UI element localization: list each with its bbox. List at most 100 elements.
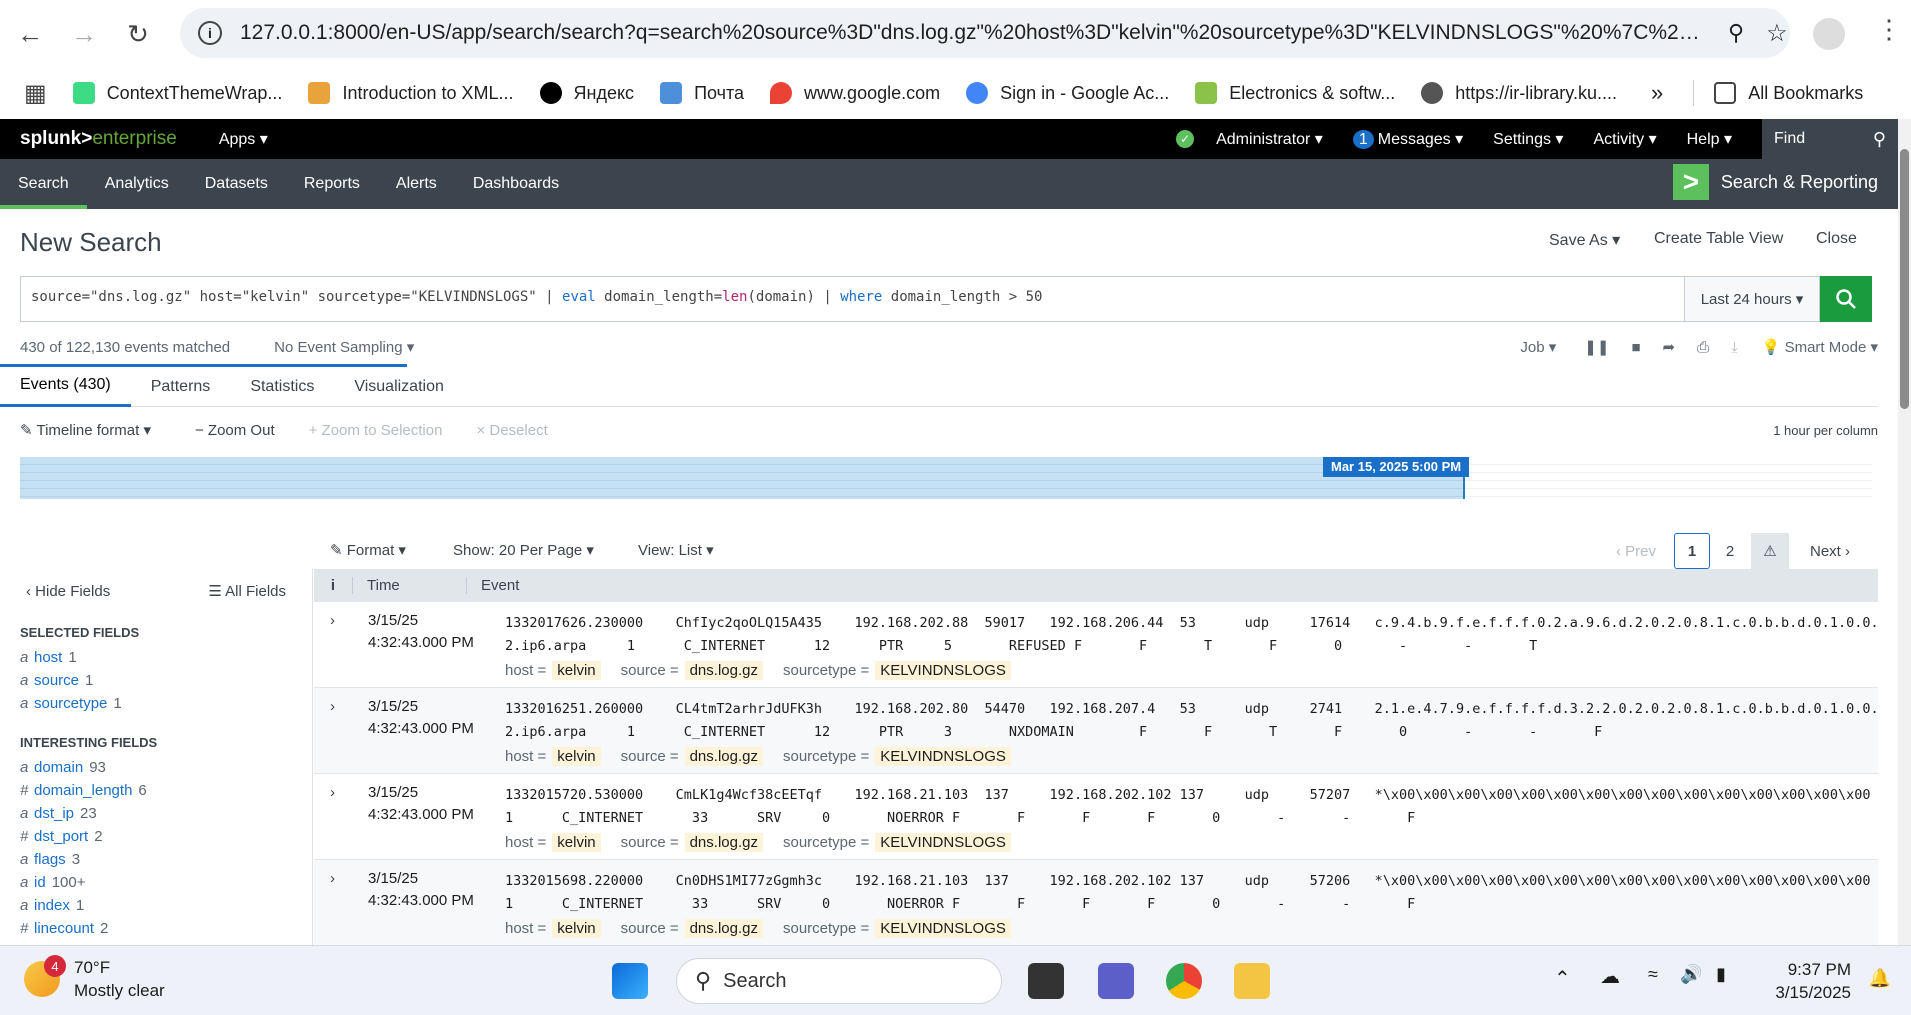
apps-grid-icon[interactable]: ▦ <box>24 79 47 108</box>
messages-menu[interactable]: 1 Messages ▾ <box>1352 129 1463 149</box>
all-bookmarks[interactable]: All Bookmarks <box>1714 82 1863 104</box>
nav-reports[interactable]: Reports <box>286 159 378 209</box>
field-item[interactable]: a id 100+ <box>20 871 312 894</box>
nav-alerts[interactable]: Alerts <box>378 159 455 209</box>
field-item[interactable]: a source 1 <box>20 669 312 692</box>
next-page-button[interactable]: Next › <box>1800 533 1860 569</box>
system-clock[interactable]: 9:37 PM 3/15/2025 <box>1775 958 1851 1004</box>
menu-dots-icon[interactable]: ⋮ <box>1876 14 1902 45</box>
bookmark-item[interactable]: Sign in - Google Ac... <box>966 82 1169 104</box>
onedrive-icon[interactable]: ☁ <box>1600 964 1620 989</box>
expand-chevron-icon[interactable]: › <box>330 612 335 629</box>
profile-avatar[interactable] <box>1813 18 1845 50</box>
star-icon[interactable]: ☆ <box>1766 19 1788 48</box>
user-menu[interactable]: Administrator ▾ <box>1216 129 1323 149</box>
field-item[interactable]: a index 1 <box>20 894 312 917</box>
expand-chevron-icon[interactable]: › <box>330 870 335 887</box>
address-bar[interactable]: i 127.0.0.1:8000/en-US/app/search/search… <box>180 8 1790 58</box>
timeline-format-dropdown[interactable]: ✎ Timeline format ▾ <box>20 421 151 439</box>
tab-patterns[interactable]: Patterns <box>131 367 231 407</box>
time-range-picker[interactable]: Last 24 hours ▾ <box>1684 276 1820 322</box>
bookmark-item[interactable]: Electronics & softw... <box>1195 82 1395 104</box>
event-time[interactable]: 3/15/25 4:32:43.000 PM <box>368 696 474 740</box>
file-explorer-icon[interactable] <box>1234 963 1270 999</box>
host-value[interactable]: kelvin <box>552 833 601 852</box>
source-value[interactable]: dns.log.gz <box>684 661 763 680</box>
timeline-chart[interactable]: Mar 15, 2025 5:00 PM <box>20 457 1872 499</box>
splunk-logo[interactable]: splunk>enterprise <box>20 128 177 150</box>
scroll-thumb[interactable] <box>1900 149 1909 409</box>
more-bookmarks-icon[interactable]: » <box>1651 80 1663 106</box>
print-icon[interactable]: ⎙ <box>1697 339 1709 356</box>
battery-icon[interactable]: ▮ <box>1716 964 1726 985</box>
event-time[interactable]: 3/15/25 4:32:43.000 PM <box>368 868 474 912</box>
bookmark-item[interactable]: ContextThemeWrap... <box>72 82 282 104</box>
host-value[interactable]: kelvin <box>552 747 601 766</box>
zoom-out-button[interactable]: − Zoom Out <box>195 422 275 439</box>
back-arrow-icon[interactable]: ← <box>10 14 50 54</box>
settings-menu[interactable]: Settings ▾ <box>1493 129 1563 149</box>
nav-datasets[interactable]: Datasets <box>187 159 286 209</box>
share-icon[interactable]: ➦ <box>1663 338 1676 356</box>
task-view-icon[interactable] <box>1028 963 1064 999</box>
site-info-icon[interactable]: i <box>198 21 222 45</box>
nav-search[interactable]: Search <box>0 159 87 209</box>
hide-fields-button[interactable]: ‹ Hide Fields <box>26 583 110 600</box>
pause-icon[interactable]: ❚❚ <box>1584 338 1609 356</box>
warning-icon[interactable]: ⚠ <box>1751 533 1789 569</box>
tab-visualization[interactable]: Visualization <box>334 367 464 407</box>
per-page-dropdown[interactable]: Show: 20 Per Page ▾ <box>453 541 594 559</box>
windows-start-icon[interactable] <box>612 963 648 999</box>
source-value[interactable]: dns.log.gz <box>684 833 763 852</box>
job-menu[interactable]: Job ▾ <box>1520 338 1556 356</box>
forward-arrow-icon[interactable]: → <box>64 14 104 54</box>
host-value[interactable]: kelvin <box>552 661 601 680</box>
activity-menu[interactable]: Activity ▾ <box>1593 129 1656 149</box>
expand-chevron-icon[interactable]: › <box>330 784 335 801</box>
event-time[interactable]: 3/15/25 4:32:43.000 PM <box>368 610 474 654</box>
sourcetype-value[interactable]: KELVINDNSLOGS <box>875 661 1011 680</box>
search-button[interactable] <box>1820 276 1872 322</box>
event-time[interactable]: 3/15/25 4:32:43.000 PM <box>368 782 474 826</box>
nav-dashboards[interactable]: Dashboards <box>455 159 577 209</box>
field-item[interactable]: # domain_length 6 <box>20 779 312 802</box>
wifi-icon[interactable]: ≈ <box>1648 964 1658 985</box>
weather-widget[interactable]: 4 70°F Mostly clear <box>24 955 165 1002</box>
field-item[interactable]: a flags 3 <box>20 848 312 871</box>
host-value[interactable]: kelvin <box>552 919 601 938</box>
field-item[interactable]: a host 1 <box>20 646 312 669</box>
source-value[interactable]: dns.log.gz <box>684 747 763 766</box>
expand-chevron-icon[interactable]: › <box>330 698 335 715</box>
bookmark-item[interactable]: Яндекс <box>539 82 634 104</box>
find-input[interactable]: Find ⚲ <box>1762 119 1898 159</box>
field-item[interactable]: # linecount 2 <box>20 917 312 940</box>
reload-icon[interactable]: ↻ <box>118 14 158 54</box>
sourcetype-value[interactable]: KELVINDNSLOGS <box>875 833 1011 852</box>
tray-chevron-icon[interactable]: ⌃ <box>1554 966 1571 991</box>
page-1-button[interactable]: 1 <box>1674 533 1710 569</box>
tab-events[interactable]: Events (430) <box>0 367 131 407</box>
notification-bell-icon[interactable]: 🔔 <box>1869 968 1891 989</box>
tab-statistics[interactable]: Statistics <box>230 367 334 407</box>
teams-icon[interactable] <box>1098 963 1134 999</box>
close-button[interactable]: Close <box>1816 230 1857 248</box>
chrome-icon[interactable] <box>1166 963 1202 999</box>
volume-icon[interactable]: 🔊 <box>1680 964 1702 985</box>
page-scrollbar[interactable] <box>1898 119 1911 945</box>
sourcetype-value[interactable]: KELVINDNSLOGS <box>875 919 1011 938</box>
source-value[interactable]: dns.log.gz <box>684 919 763 938</box>
nav-analytics[interactable]: Analytics <box>87 159 187 209</box>
field-item[interactable]: a domain 93 <box>20 756 312 779</box>
zoom-icon[interactable]: ⚲ <box>1728 20 1744 46</box>
prev-page-button[interactable]: ‹ Prev <box>1608 533 1664 569</box>
bookmark-item[interactable]: Introduction to XML... <box>308 82 514 104</box>
field-item[interactable]: # dst_port 2 <box>20 825 312 848</box>
format-dropdown[interactable]: ✎ Format ▾ <box>330 541 406 559</box>
zoom-selection-button[interactable]: + Zoom to Selection <box>309 422 443 439</box>
help-menu[interactable]: Help ▾ <box>1687 129 1732 149</box>
deselect-button[interactable]: × Deselect <box>476 422 547 439</box>
all-fields-button[interactable]: ☰ All Fields <box>208 582 286 600</box>
bookmark-item[interactable]: www.google.com <box>770 82 940 104</box>
time-column-header[interactable]: Time <box>352 577 466 594</box>
bookmark-item[interactable]: https://ir-library.ku.... <box>1421 82 1617 104</box>
